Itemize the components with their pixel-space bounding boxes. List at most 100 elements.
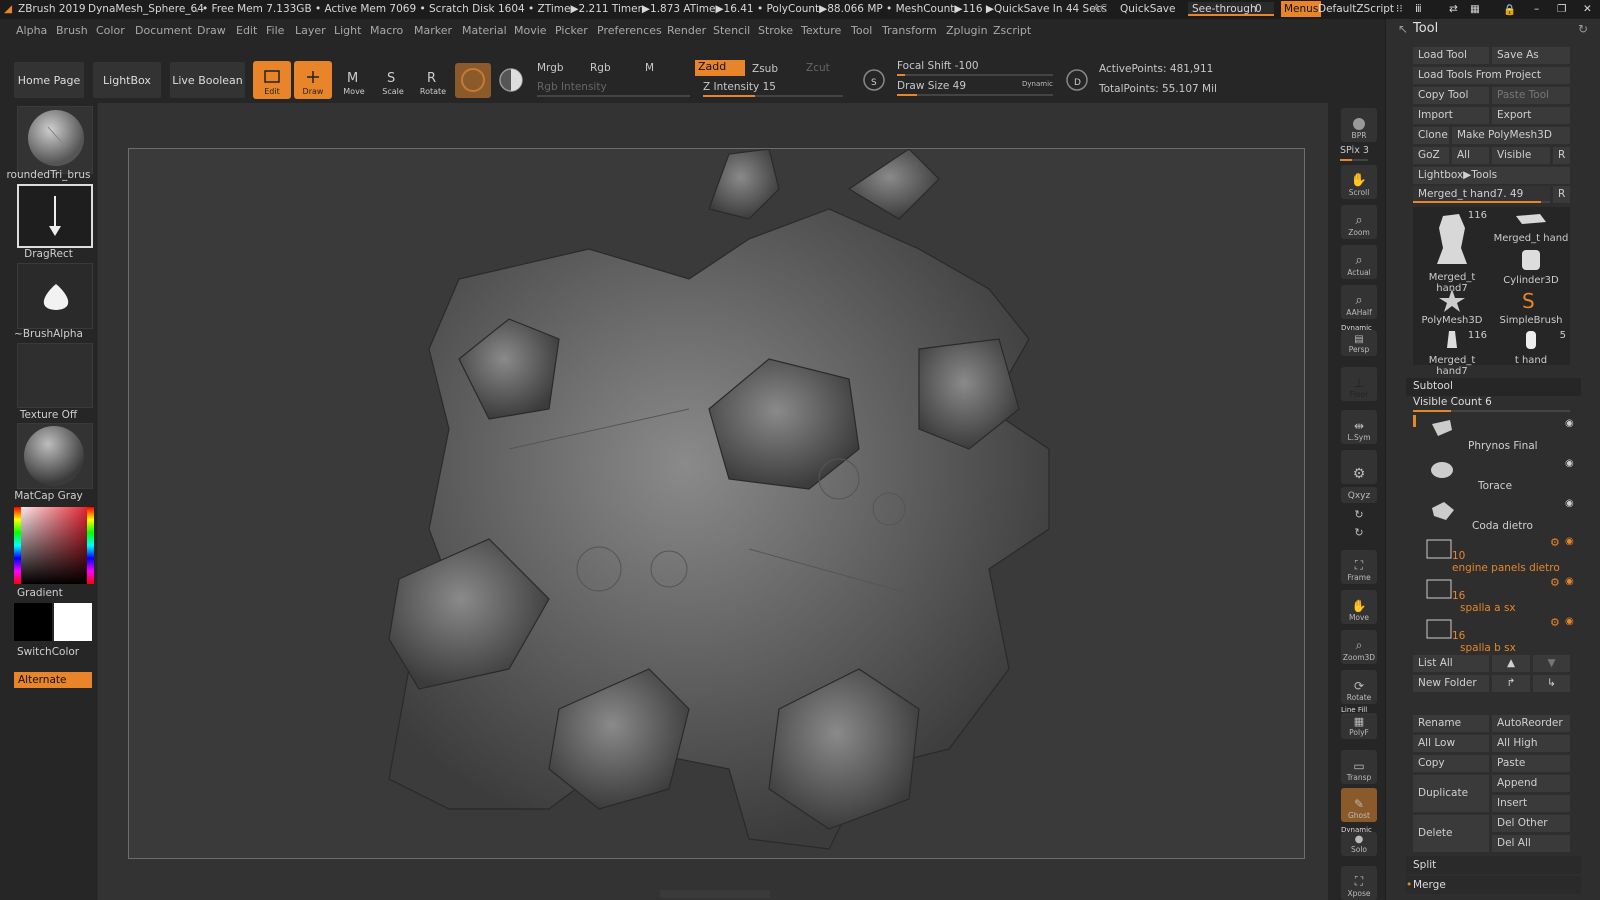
gear-icon[interactable]: ⚙ [1550, 536, 1560, 549]
insert-button[interactable]: Insert [1492, 795, 1570, 812]
menu-movie[interactable]: Movie [514, 24, 547, 37]
zbrush-logo-icon[interactable]: ◢ [4, 3, 12, 15]
alternate-button[interactable]: Alternate [14, 672, 92, 688]
tool-thumb-merged-hand7-b[interactable]: 116 Merged_t hand7 [1413, 328, 1491, 377]
menu-preferences[interactable]: Preferences [597, 24, 662, 37]
mech-sculpt-render[interactable] [129, 149, 1306, 860]
load-tool-button[interactable]: Load Tool [1413, 47, 1489, 64]
draw-size-curve-button[interactable]: D [1064, 67, 1090, 93]
load-tools-from-project-button[interactable]: Load Tools From Project [1413, 67, 1570, 84]
focal-shift-curve-button[interactable]: S [861, 67, 887, 93]
xpose-button[interactable]: ⛶ Xpose [1341, 866, 1377, 900]
zoom3d-button[interactable]: ⌕ Zoom3D [1341, 630, 1377, 664]
make-polymesh3d-button[interactable]: Make PolyMesh3D [1452, 127, 1570, 144]
floor-button[interactable]: ⊥ Floor [1341, 367, 1377, 401]
autoreorder-button[interactable]: AutoReorder [1492, 715, 1570, 732]
menu-color[interactable]: Color [96, 24, 125, 37]
duplicate-button[interactable]: Duplicate [1413, 775, 1489, 812]
pin-icon[interactable]: ↖ [1398, 22, 1408, 36]
clone-button[interactable]: Clone [1413, 127, 1449, 144]
tool-thumb-merged-hand[interactable]: Merged_t hand [1492, 208, 1570, 246]
edit-mode-button[interactable]: Edit [253, 61, 291, 99]
solo-button[interactable]: ● Solo [1341, 832, 1377, 856]
subtool-item[interactable]: Phrynos Final ◉ [1420, 416, 1578, 456]
draw-size-track[interactable] [897, 94, 1053, 96]
menu-marker[interactable]: Marker [414, 24, 452, 37]
menu-draw[interactable]: Draw [197, 24, 226, 37]
move-up-button[interactable]: ▲ [1492, 655, 1530, 672]
transp-button[interactable]: ▭ Transp [1341, 750, 1377, 784]
layout-menu-icon[interactable]: ▦ [1470, 3, 1480, 15]
tool-thumb-simplebrush[interactable]: S SimpleBrush [1492, 288, 1570, 326]
actual-button[interactable]: ⌕ Actual [1341, 245, 1377, 279]
zcut-toggle[interactable]: Zcut [806, 62, 830, 74]
eye-icon[interactable]: ◉ [1565, 418, 1574, 429]
subtool-item[interactable]: Coda dietro ◉ [1420, 496, 1578, 536]
rgb-intensity-track[interactable] [537, 95, 690, 97]
ui-layout-icon[interactable]: ⁝⁝ [1396, 3, 1403, 15]
tool-thumb-t-hand[interactable]: 5 t hand [1492, 328, 1570, 366]
brush-selector[interactable] [17, 106, 93, 174]
primary-color-swatch[interactable] [54, 603, 92, 641]
material-selector[interactable] [17, 423, 93, 489]
merge-section-title[interactable]: Merge [1413, 879, 1446, 891]
ui-color-icon[interactable]: ⅲ [1415, 3, 1422, 15]
layout-switch-icon[interactable]: ⇄ [1449, 3, 1458, 15]
subtool-folder[interactable]: 16 spalla b sx ⚙ ◉ [1420, 616, 1578, 656]
secondary-color-swatch[interactable] [14, 603, 52, 641]
current-tool-r-button[interactable]: R [1553, 186, 1570, 203]
eye-icon[interactable]: ◉ [1565, 616, 1574, 627]
menu-layer[interactable]: Layer [295, 24, 326, 37]
hue-strip-right[interactable] [87, 507, 94, 584]
m-toggle[interactable]: M [645, 62, 654, 74]
menu-light[interactable]: Light [334, 24, 361, 37]
subtool-folder[interactable]: 10 engine panels dietro ⚙ ◉ [1420, 536, 1578, 576]
rotate-z-icon[interactable]: ↻ [1341, 525, 1377, 541]
visible-count-slider[interactable]: Visible Count 6 [1413, 396, 1492, 408]
maximize-icon[interactable]: ❐ [1557, 3, 1566, 15]
gear-icon[interactable]: ⚙ [1550, 616, 1560, 629]
alpha-selector[interactable] [17, 263, 93, 329]
eye-icon[interactable]: ◉ [1565, 576, 1574, 587]
goz-button[interactable]: GoZ [1413, 147, 1449, 164]
draw-mode-button[interactable]: Draw [294, 61, 332, 99]
eye-icon[interactable]: ◉ [1565, 458, 1574, 469]
menu-stroke[interactable]: Stroke [758, 24, 793, 37]
spix-slider[interactable]: SPix 3 [1340, 145, 1369, 156]
lsym-button[interactable]: ⇹ L.Sym [1341, 410, 1377, 444]
rotate-mode-button[interactable]: R Rotate [414, 61, 452, 99]
material-swatch-button[interactable] [455, 63, 491, 98]
delete-button[interactable]: Delete [1413, 815, 1489, 852]
ac-toggle[interactable]: AC [1093, 3, 1107, 15]
tool-thumb-polymesh3d[interactable]: PolyMesh3D [1413, 288, 1491, 326]
rgb-intensity-slider[interactable]: Rgb Intensity [537, 81, 607, 93]
goz-visible-button[interactable]: Visible [1492, 147, 1550, 164]
focal-shift-track[interactable] [897, 74, 1053, 76]
polyf-button[interactable]: ▦ PolyF [1341, 713, 1377, 739]
paste-tool-button[interactable]: Paste Tool [1492, 87, 1570, 104]
eye-icon[interactable]: ◉ [1565, 498, 1574, 509]
document-frame[interactable] [128, 148, 1305, 859]
minimize-icon[interactable]: – [1534, 3, 1539, 15]
tool-thumb-cylinder3d[interactable]: Cylinder3D [1492, 248, 1570, 286]
new-folder-button[interactable]: New Folder [1413, 675, 1489, 692]
export-button[interactable]: Export [1492, 107, 1570, 124]
menu-edit[interactable]: Edit [236, 24, 257, 37]
all-low-button[interactable]: All Low [1413, 735, 1489, 752]
del-all-button[interactable]: Del All [1492, 835, 1570, 852]
close-icon[interactable]: ✕ [1583, 3, 1592, 15]
rotate-y-icon[interactable]: ↻ [1341, 507, 1377, 523]
del-other-button[interactable]: Del Other [1492, 815, 1570, 832]
ghost-button[interactable]: ✎ Ghost [1341, 788, 1377, 822]
default-zscript[interactable]: DefaultZScript [1318, 3, 1394, 15]
zadd-toggle[interactable]: Zadd [695, 60, 745, 76]
menu-document[interactable]: Document [135, 24, 192, 37]
menu-texture[interactable]: Texture [801, 24, 841, 37]
frame-button[interactable]: ⛶ Frame [1341, 550, 1377, 584]
menu-alpha[interactable]: Alpha [16, 24, 47, 37]
gear-icon[interactable]: ⚙ [1550, 576, 1560, 589]
canvas-bottom-scrollbar[interactable] [660, 890, 770, 898]
z-intensity-track[interactable] [703, 95, 843, 97]
lightbox-tools-button[interactable]: Lightbox▶Tools [1413, 167, 1570, 184]
menu-material[interactable]: Material [462, 24, 507, 37]
